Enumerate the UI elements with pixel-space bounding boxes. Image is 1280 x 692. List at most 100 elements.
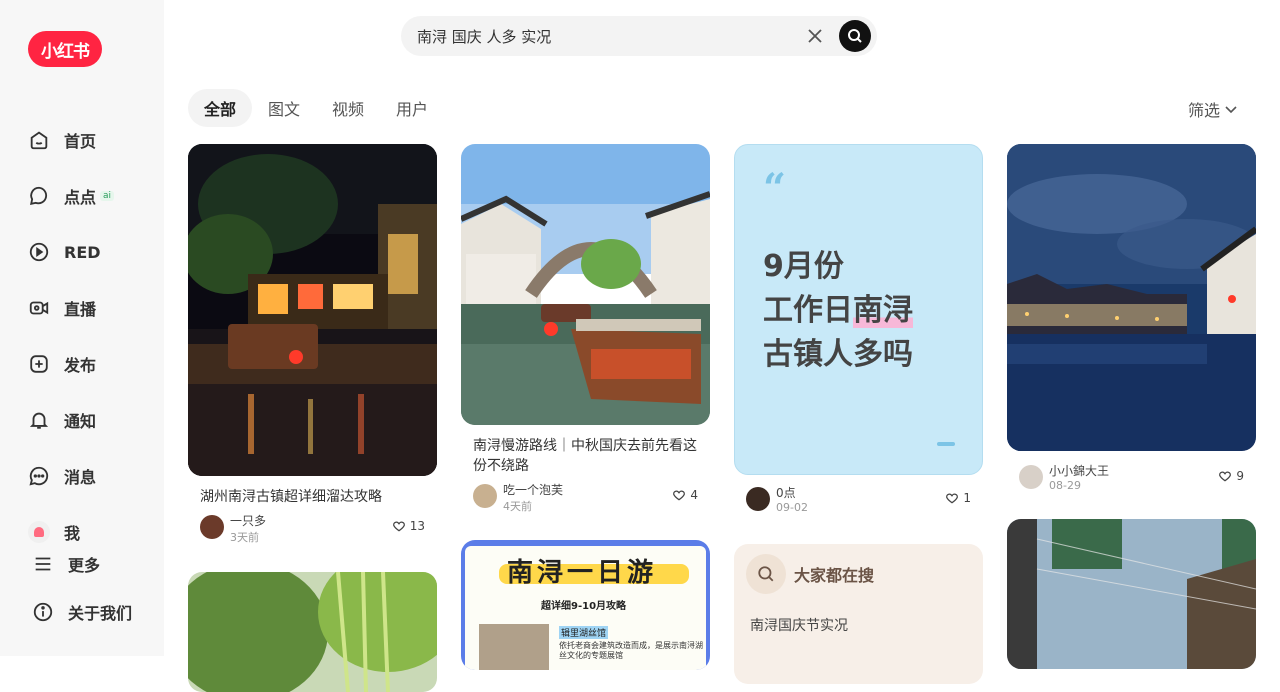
post-date: 4天前 bbox=[503, 500, 532, 513]
divider bbox=[937, 442, 955, 446]
note-card[interactable] bbox=[188, 572, 437, 692]
note-cover-image[interactable]: 南浔一日游 超详细9-10月攻略 辑里湖丝馆 依托老商会建筑改造而成，是展示南浔… bbox=[461, 540, 710, 670]
tab-all[interactable]: 全部 bbox=[188, 89, 253, 127]
trending-search-item[interactable]: 南浔国庆节实况 bbox=[750, 615, 848, 635]
chat-bubble-icon bbox=[30, 186, 48, 205]
filter-label: 筛选 bbox=[1188, 101, 1221, 120]
sidebar-item-label: RED bbox=[64, 242, 101, 262]
sidebar-item-label: 关于我们 bbox=[68, 604, 133, 623]
note-title: 湖州南浔古镇超详细溜达攻略 bbox=[200, 489, 382, 505]
poster-title: 南浔一日游 bbox=[507, 558, 658, 588]
search-input[interactable]: 南浔 国庆 人多 实况 bbox=[417, 26, 551, 47]
avatar[interactable] bbox=[200, 515, 224, 539]
sidebar-item-label: 点点 bbox=[64, 188, 97, 207]
sidebar-item-label: 消息 bbox=[64, 468, 97, 487]
sidebar-item-more[interactable]: 更多 bbox=[32, 544, 152, 584]
author-name[interactable]: 一只多 bbox=[230, 512, 266, 529]
post-date: 09-02 bbox=[776, 501, 808, 514]
like-count: 9 bbox=[1236, 469, 1244, 483]
note-card[interactable] bbox=[1007, 519, 1256, 669]
author-name[interactable]: 小小錦大王 bbox=[1049, 462, 1109, 479]
sidebar-item-diandian[interactable]: 点点 ai bbox=[28, 176, 148, 216]
sidebar: 小红书 首页 点点 ai RED 直播 发布 通知 消息 我 更多 关于我们 bbox=[0, 0, 164, 656]
note-card[interactable]: “ 9月份 工作日南浔 古镇人多吗 bbox=[734, 144, 983, 475]
trending-searches-title: 大家都在搜 bbox=[794, 566, 875, 585]
tab-image-text[interactable]: 图文 bbox=[252, 89, 316, 127]
note-meta: 小小錦大王 08-29 9 bbox=[1007, 463, 1256, 493]
sidebar-item-messages[interactable]: 消息 bbox=[28, 456, 148, 496]
note-cover-image[interactable] bbox=[461, 144, 710, 425]
avatar[interactable] bbox=[746, 487, 770, 511]
plus-square-icon bbox=[30, 355, 48, 373]
note-card[interactable]: 南浔慢游路线｜中秋国庆去前先看这份不绕路 吃一个泡芙 4天前 4 bbox=[461, 144, 710, 513]
tab-users[interactable]: 用户 bbox=[380, 89, 444, 127]
like-button[interactable]: 13 bbox=[392, 519, 425, 533]
sidebar-item-label: 首页 bbox=[64, 132, 97, 151]
sidebar-item-home[interactable]: 首页 bbox=[28, 120, 148, 160]
sidebar-item-label: 直播 bbox=[64, 300, 97, 319]
like-count: 1 bbox=[963, 491, 971, 505]
app-logo[interactable]: 小红书 bbox=[28, 31, 102, 67]
quote-text: 9月份 工作日南浔 古镇人多吗 bbox=[763, 249, 913, 372]
poster-tag: 辑里湖丝馆 bbox=[559, 626, 609, 639]
poster-desc: 依托老商会建筑改造而成，是展示南浔湖丝文化的专题展馆 bbox=[559, 641, 703, 660]
avatar-icon bbox=[28, 521, 50, 543]
sidebar-item-label: 更多 bbox=[68, 556, 101, 575]
sidebar-item-label: 通知 bbox=[64, 412, 97, 431]
search-icon bbox=[746, 554, 786, 594]
message-dots-icon bbox=[29, 466, 49, 486]
sidebar-item-live[interactable]: 直播 bbox=[28, 288, 148, 328]
post-date: 08-29 bbox=[1049, 479, 1081, 492]
avatar[interactable] bbox=[473, 484, 497, 508]
chevron-down-icon bbox=[1225, 106, 1237, 114]
sidebar-item-label: 我 bbox=[64, 524, 81, 543]
avatar[interactable] bbox=[1019, 465, 1043, 489]
heart-icon bbox=[392, 521, 405, 532]
ai-badge: ai bbox=[100, 191, 115, 201]
note-title: 南浔慢游路线｜中秋国庆去前先看这份不绕路 bbox=[473, 438, 697, 474]
quote-icon: “ bbox=[763, 165, 787, 212]
menu-icon bbox=[35, 557, 51, 571]
heart-icon bbox=[946, 493, 959, 504]
sidebar-item-about[interactable]: 关于我们 bbox=[32, 592, 152, 632]
like-count: 4 bbox=[690, 488, 698, 502]
note-card[interactable]: 湖州南浔古镇超详细溜达攻略 一只多 3天前 13 bbox=[188, 144, 437, 544]
note-cover-image[interactable] bbox=[188, 144, 437, 476]
live-camera-icon bbox=[29, 301, 49, 315]
poster-subtitle: 超详细9-10月攻略 bbox=[541, 601, 627, 612]
filter-button[interactable]: 筛选 bbox=[1188, 97, 1238, 121]
note-meta: 吃一个泡芙 4天前 4 bbox=[461, 481, 710, 513]
close-icon[interactable] bbox=[805, 26, 825, 46]
tab-video[interactable]: 视频 bbox=[316, 89, 380, 127]
note-card[interactable]: 南浔一日游 超详细9-10月攻略 辑里湖丝馆 依托老商会建筑改造而成，是展示南浔… bbox=[461, 540, 710, 670]
home-icon bbox=[30, 131, 48, 150]
note-cover-image[interactable] bbox=[1007, 144, 1256, 451]
search-button[interactable] bbox=[839, 20, 871, 52]
like-count: 13 bbox=[409, 519, 425, 533]
sidebar-item-publish[interactable]: 发布 bbox=[28, 344, 148, 384]
trending-searches-card: 大家都在搜 南浔国庆节实况 bbox=[734, 544, 983, 684]
sidebar-item-red[interactable]: RED bbox=[28, 232, 148, 272]
sidebar-item-notifications[interactable]: 通知 bbox=[28, 400, 148, 440]
note-cover-image[interactable] bbox=[1007, 519, 1256, 669]
sidebar-item-label: 发布 bbox=[64, 356, 97, 375]
note-meta: 一只多 3天前 13 bbox=[188, 512, 437, 544]
like-button[interactable]: 4 bbox=[672, 488, 698, 502]
like-button[interactable]: 9 bbox=[1218, 469, 1244, 483]
note-meta: 0点 09-02 1 bbox=[734, 485, 983, 515]
post-date: 3天前 bbox=[230, 531, 259, 544]
trending-searches-header: 大家都在搜 bbox=[746, 554, 874, 594]
heart-icon bbox=[673, 490, 686, 501]
like-button[interactable]: 1 bbox=[945, 491, 971, 505]
bell-icon bbox=[29, 412, 49, 429]
result-tabs: 全部 图文 视频 用户 bbox=[188, 89, 444, 127]
play-icon bbox=[29, 242, 49, 262]
heart-icon bbox=[1219, 471, 1232, 482]
author-name[interactable]: 吃一个泡芙 bbox=[503, 481, 563, 498]
search-icon bbox=[848, 29, 862, 43]
info-icon bbox=[33, 602, 53, 622]
note-cover-image[interactable] bbox=[188, 572, 437, 692]
note-card[interactable]: 小小錦大王 08-29 9 bbox=[1007, 144, 1256, 493]
author-name[interactable]: 0点 bbox=[776, 484, 796, 501]
search-bar[interactable]: 南浔 国庆 人多 实况 bbox=[401, 16, 877, 56]
